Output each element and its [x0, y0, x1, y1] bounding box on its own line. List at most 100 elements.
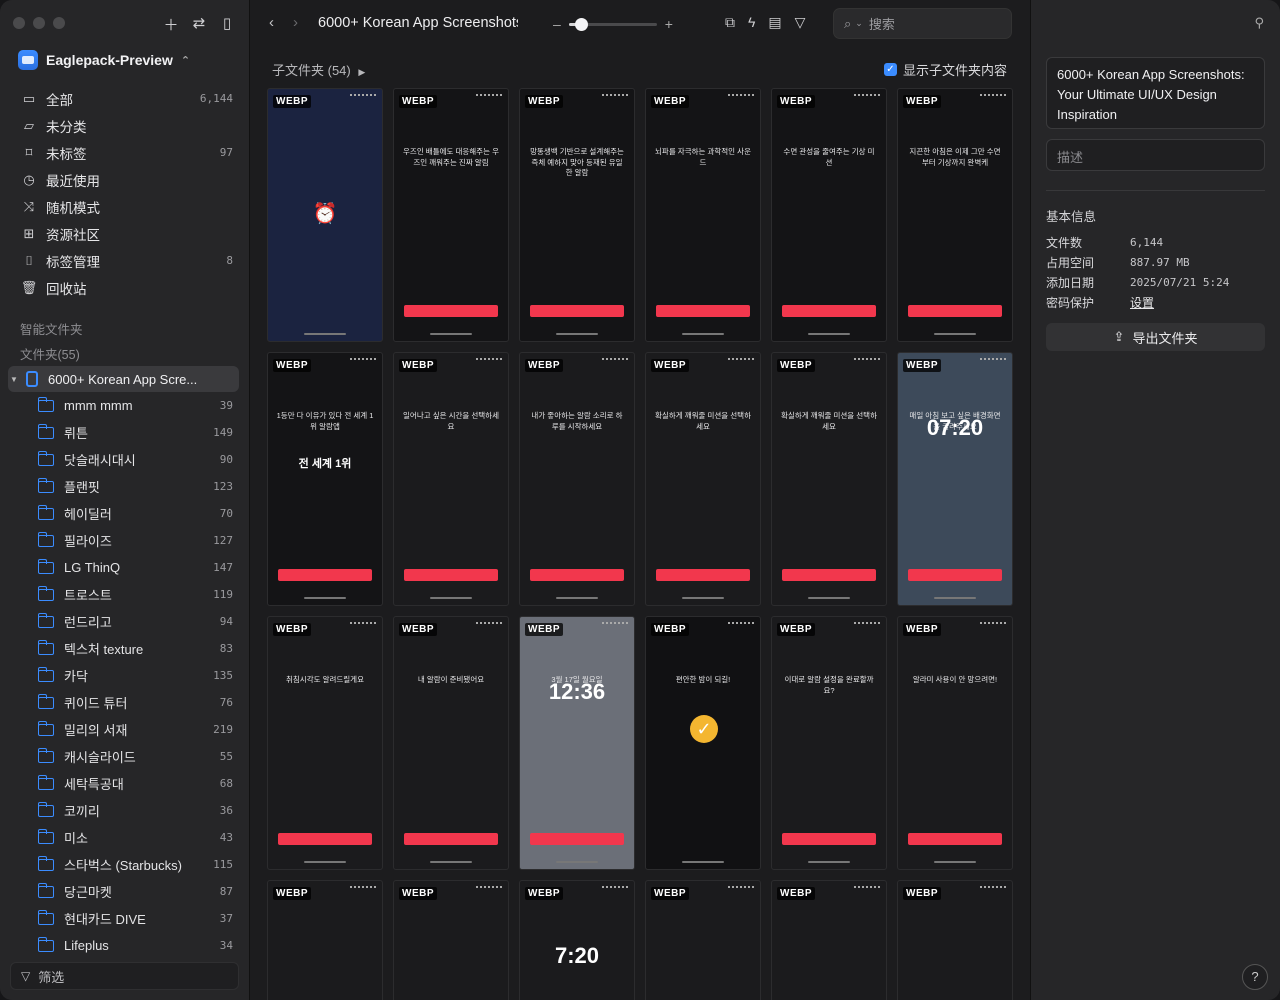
- thumbnail[interactable]: WEBP: [897, 880, 1013, 1000]
- filter-button[interactable]: ▽ 筛选: [10, 962, 239, 990]
- zoom-slider[interactable]: [568, 17, 657, 31]
- sidebar-item[interactable]: ▱ 未分类: [12, 112, 239, 139]
- subfolder-item[interactable]: 카닥 135: [37, 662, 233, 689]
- folder-name-field[interactable]: 6000+ Korean App Screenshots: Your Ultim…: [1046, 57, 1265, 129]
- zoom-window-button[interactable]: [53, 17, 65, 29]
- subfolder-item[interactable]: 트로스트 119: [37, 581, 233, 608]
- search-input[interactable]: 搜索: [869, 14, 895, 33]
- subfolder-item[interactable]: 헤이딜러 70: [37, 500, 233, 527]
- sidebar-item[interactable]: ⌑ 未标签 97: [12, 139, 239, 166]
- zoom-out-icon[interactable]: –: [553, 16, 561, 32]
- thumbnail[interactable]: WEBP 일어나고 싶은 시간을 선택하세요: [393, 352, 509, 606]
- thumbnail[interactable]: WEBP: [393, 880, 509, 1000]
- thumbnail-caption: 확실하게 깨워줄 미션을 선택하세요: [655, 411, 751, 431]
- set-password-link[interactable]: 设置: [1130, 294, 1154, 311]
- subfolder-count: 87: [219, 885, 233, 898]
- thumbnail[interactable]: WEBP 이대로 알람 설정을 완료할까요?: [771, 616, 887, 870]
- thumbnail[interactable]: WEBP 확실하게 깨워줄 미션을 선택하세요: [771, 352, 887, 606]
- disclosure-triangle-icon[interactable]: ▼: [8, 375, 20, 384]
- thumbnail[interactable]: WEBP 알라미 사용이 안 망으려면!: [897, 616, 1013, 870]
- layout-icon[interactable]: ▤: [768, 14, 781, 31]
- subfolder-label: 퀴이드 튜터: [64, 696, 128, 711]
- subfolder-item[interactable]: 뤼튼 149: [37, 419, 233, 446]
- folder-question-icon: ▱: [24, 117, 34, 133]
- sidebar-toggle-icon[interactable]: ▯: [219, 14, 235, 35]
- search-field[interactable]: ⌕ ⌄ 搜索: [833, 8, 1012, 39]
- subfolder-item[interactable]: Lifeplus 34: [37, 932, 233, 959]
- info-value: 6,144: [1130, 235, 1164, 249]
- sidebar-item[interactable]: ⊞ 资源社区: [12, 220, 239, 247]
- minimize-window-button[interactable]: [33, 17, 45, 29]
- thumbnail[interactable]: WEBP: [267, 880, 383, 1000]
- home-indicator: [430, 597, 472, 599]
- subfolder-item[interactable]: 퀴이드 튜터 76: [37, 689, 233, 716]
- help-button[interactable]: ?: [1242, 964, 1268, 990]
- sidebar-item[interactable]: ⤨ 随机模式: [12, 193, 239, 220]
- thumbnail[interactable]: WEBP 내 알람이 준비됐어요: [393, 616, 509, 870]
- subfolder-item[interactable]: 닷슬래시대시 90: [37, 446, 233, 473]
- home-indicator: [682, 597, 724, 599]
- sidebar-item[interactable]: ▭ 全部 6,144: [12, 85, 239, 112]
- zoom-in-icon[interactable]: +: [665, 16, 673, 32]
- back-icon[interactable]: ‹: [269, 14, 274, 31]
- folder-icon: [37, 720, 54, 736]
- thumbnail[interactable]: WEBP 매일 아침 보고 싶은 배경화면을 골라주세요 07:20: [897, 352, 1013, 606]
- subfolder-item[interactable]: 당근마켓 87: [37, 878, 233, 905]
- thumbnail[interactable]: WEBP: [645, 880, 761, 1000]
- subfolder-item[interactable]: 런드리고 94: [37, 608, 233, 635]
- search-options-icon[interactable]: ⌄: [855, 18, 863, 29]
- puzzle-icon[interactable]: ⧉: [725, 14, 735, 31]
- subfolder-item[interactable]: 필라이즈 127: [37, 527, 233, 554]
- export-folder-button[interactable]: ⇪ 导出文件夹: [1046, 323, 1265, 351]
- subfolder-item[interactable]: 현대카드 DIVE 37: [37, 905, 233, 932]
- subfolder-header[interactable]: 子文件夹 (54) ▶: [272, 60, 365, 79]
- subfolder-item[interactable]: 플랜핏 123: [37, 473, 233, 500]
- thumbnail[interactable]: WEBP 지끈한 아침은 이제 그만 수면부터 기상까지 완벽케: [897, 88, 1013, 342]
- sidebar-item[interactable]: ⌷ 标签管理 8: [12, 247, 239, 274]
- thumbnail[interactable]: WEBP 망똥생백 기반으로 설계해주는 즉체 예하지 맞아 등재된 유일한 알람: [519, 88, 635, 342]
- thumbnail-caption: 내 알람이 준비됐어요: [417, 675, 485, 684]
- forward-icon[interactable]: ›: [293, 14, 298, 31]
- bolt-icon[interactable]: ϟ: [748, 14, 755, 31]
- folders-label[interactable]: 文件夹(55): [20, 344, 80, 363]
- library-switcher[interactable]: Eaglepack-Preview ⌃: [18, 50, 190, 70]
- add-icon[interactable]: ＋: [163, 14, 179, 35]
- library-icon: [18, 50, 38, 70]
- thumbnail[interactable]: WEBP 수면 관성을 줄여주는 기상 미션: [771, 88, 887, 342]
- show-subfolder-toggle[interactable]: ✓ 显示子文件夹内容: [883, 60, 1007, 79]
- status-bar-icon: [728, 886, 754, 890]
- subfolder-item[interactable]: LG ThinQ 147: [37, 554, 233, 581]
- subfolder-item[interactable]: 미소 43: [37, 824, 233, 851]
- subfolder-item[interactable]: 코끼리 36: [37, 797, 233, 824]
- thumbnail[interactable]: WEBP 편안한 밤이 되길! ✓: [645, 616, 761, 870]
- thumbnail[interactable]: WEBP 3월 17일 월요일 12:36: [519, 616, 635, 870]
- swap-icon[interactable]: ⇄: [191, 14, 207, 35]
- home-indicator: [934, 861, 976, 863]
- filter-icon[interactable]: ▽: [795, 14, 806, 31]
- description-field[interactable]: 描述: [1046, 139, 1265, 171]
- smart-folders-label[interactable]: 智能文件夹: [20, 319, 83, 338]
- thumbnail[interactable]: WEBP 내가 좋아하는 알람 소리로 하루를 시작하세요: [519, 352, 635, 606]
- thumbnail[interactable]: WEBP 우즈인 배틀에도 대응해주는 우즈인 깨워주는 진짜 알림: [393, 88, 509, 342]
- pin-icon[interactable]: ⚲: [1254, 15, 1264, 31]
- subfolder-item[interactable]: 밀리의 서재 219: [37, 716, 233, 743]
- checkbox-checked-icon[interactable]: ✓: [883, 63, 897, 76]
- thumbnail[interactable]: WEBP: [771, 880, 887, 1000]
- close-window-button[interactable]: [13, 17, 25, 29]
- thumbnail[interactable]: WEBP 7:20: [519, 880, 635, 1000]
- subfolder-item[interactable]: 세탁특공대 68: [37, 770, 233, 797]
- subfolder-item[interactable]: mmm mmm 39: [37, 392, 233, 419]
- sidebar-item[interactable]: 🗑 回收站: [12, 274, 239, 301]
- thumbnail[interactable]: WEBP 확실하게 깨워줄 미션을 선택하세요: [645, 352, 761, 606]
- thumbnail[interactable]: WEBP 1등만 다 이유가 있다 전 세계 1위 알람앱 전 세계 1위: [267, 352, 383, 606]
- subfolder-item[interactable]: 스타벅스 (Starbucks) 115: [37, 851, 233, 878]
- subfolder-item[interactable]: 캐시슬라이드 55: [37, 743, 233, 770]
- thumbnail[interactable]: WEBP 뇌파를 자극하는 과학적인 사운드: [645, 88, 761, 342]
- zoom-slider-knob[interactable]: [574, 17, 588, 31]
- folder-icon: [37, 801, 54, 817]
- thumbnail[interactable]: WEBP 취침시각도 알려드릴게요: [267, 616, 383, 870]
- folder-root[interactable]: ▼ 6000+ Korean App Scre...: [8, 366, 239, 392]
- thumbnail[interactable]: WEBP ⏰: [267, 88, 383, 342]
- sidebar-item[interactable]: ◷ 最近使用: [12, 166, 239, 193]
- subfolder-item[interactable]: 텍스처 texture 83: [37, 635, 233, 662]
